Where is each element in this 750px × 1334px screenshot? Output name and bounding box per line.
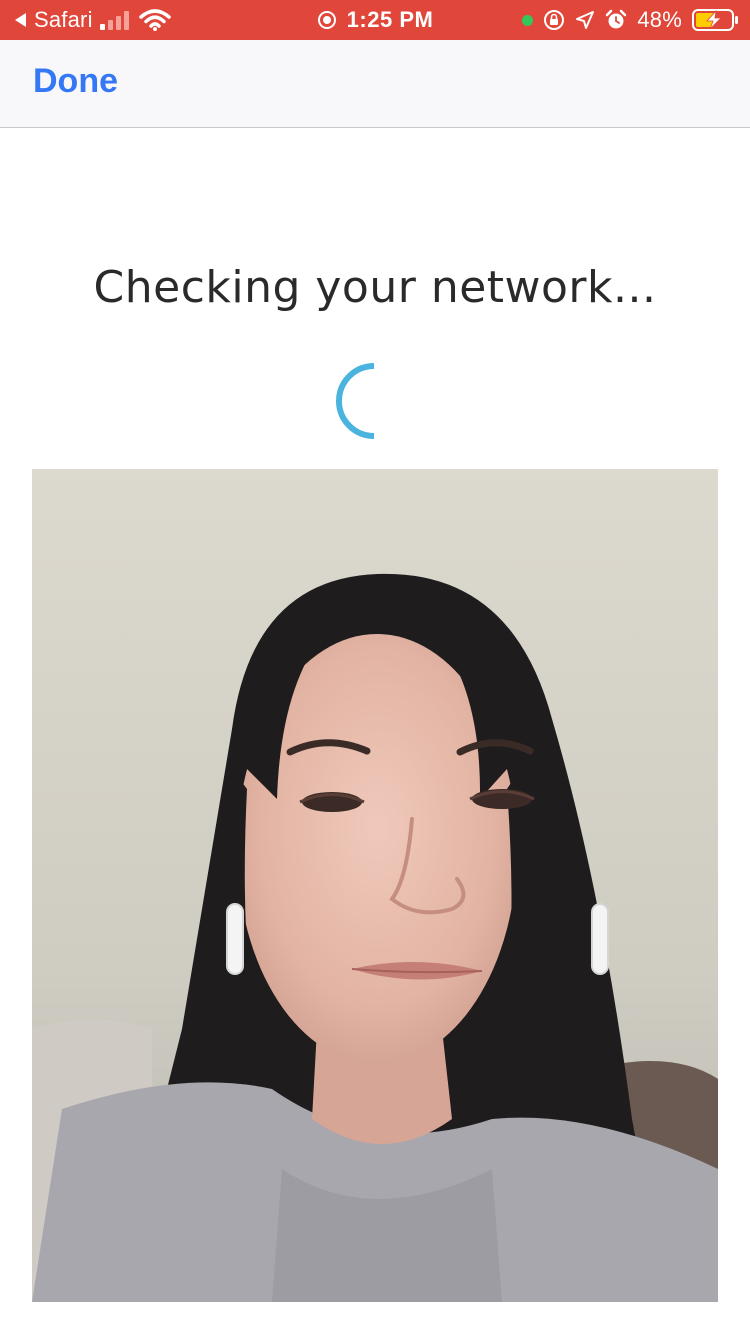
navigation-bar: Done — [0, 40, 750, 128]
page-title: Checking your network... — [93, 262, 657, 313]
status-bar: Safari 1:25 PM 48% — [0, 0, 750, 40]
person-photo — [32, 469, 718, 1302]
location-icon — [575, 10, 595, 30]
camera-in-use-dot — [522, 14, 534, 26]
orientation-lock-icon — [543, 9, 565, 31]
loading-spinner — [330, 360, 410, 440]
camera-preview — [32, 469, 718, 1302]
battery-percent: 48% — [637, 7, 682, 32]
clock-time: 1:25 PM — [346, 7, 434, 32]
screen-recording-icon — [317, 10, 337, 30]
battery-charging-icon — [692, 8, 740, 32]
done-button[interactable]: Done — [33, 62, 118, 101]
alarm-icon — [605, 9, 627, 31]
status-right: 48% — [522, 0, 740, 40]
